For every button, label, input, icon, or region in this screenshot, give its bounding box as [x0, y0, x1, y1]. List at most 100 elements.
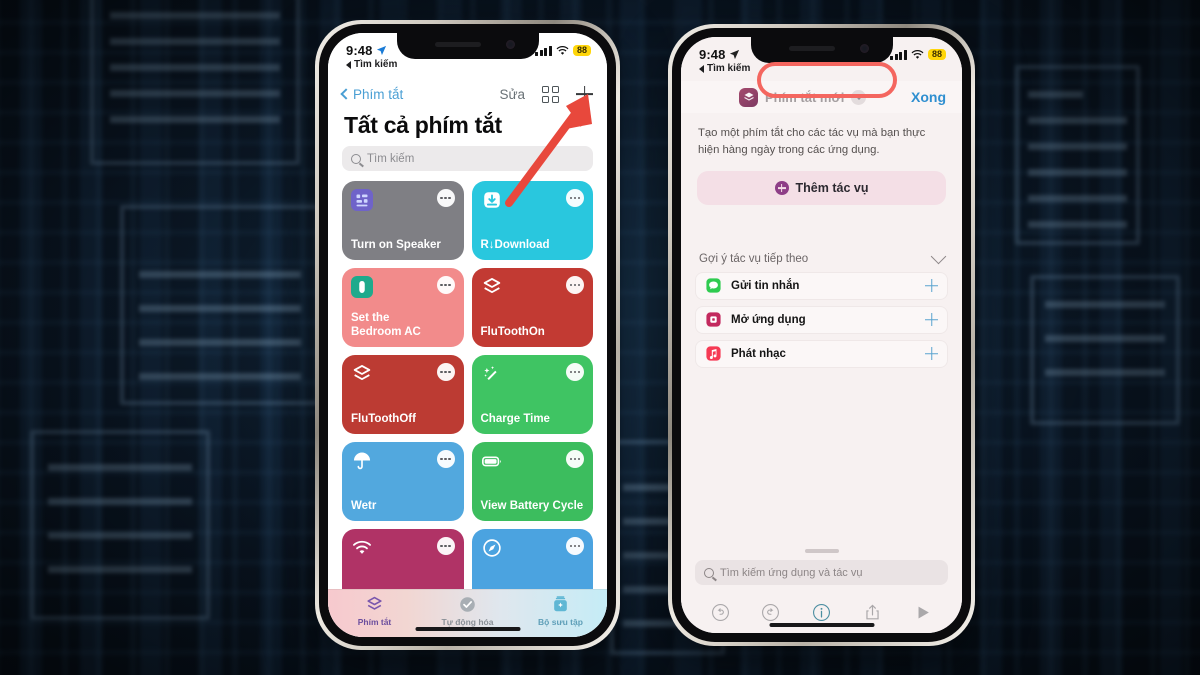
shortcut-tile-label: FluToothOff: [351, 412, 416, 425]
battery-badge: 88: [572, 44, 591, 57]
more-dots-icon[interactable]: [436, 363, 455, 381]
navigation-bar: Phím tắt Sửa: [328, 79, 607, 109]
suggestion-label: Phát nhạc: [731, 347, 786, 360]
tab-gallery[interactable]: Bộ sưu tập: [514, 595, 606, 627]
more-dots-icon[interactable]: [436, 537, 455, 555]
app-grid-icon: [351, 189, 373, 211]
shortcut-tile[interactable]: Charge Time: [471, 355, 593, 434]
add-suggestion-button[interactable]: [925, 313, 938, 326]
shortcut-tile-label: Set the Bedroom AC: [351, 311, 421, 338]
phone-right: 9:48 88 Tìm kiếm Phím tắt mới Xong Tạo m…: [668, 24, 975, 646]
more-dots-icon[interactable]: [566, 537, 584, 555]
suggestion-label: Gửi tin nhắn: [731, 279, 800, 292]
add-suggestion-button[interactable]: [925, 279, 938, 292]
action-search-placeholder: Tìm kiếm ứng dụng và tác vụ: [720, 566, 863, 579]
front-camera: [505, 40, 515, 49]
earpiece-speaker: [788, 46, 835, 51]
shortcut-tile[interactable]: View Battery Cycle: [471, 442, 593, 521]
shortcut-tile[interactable]: FluToothOff: [342, 355, 464, 434]
shortcut-tile[interactable]: FluToothOn: [471, 268, 593, 347]
shortcuts-app-icon: [739, 87, 758, 107]
cellular-bars-icon: [890, 49, 907, 60]
wifi-icon: [911, 49, 924, 59]
shortcut-tile[interactable]: Wetr: [342, 442, 464, 521]
safari-compass-icon: [481, 537, 503, 559]
earpiece-speaker: [434, 42, 481, 47]
suggestion-row[interactable]: Phát nhạc: [695, 339, 948, 368]
add-suggestion-button[interactable]: [925, 347, 938, 360]
editor-description: Tạo một phím tắt cho các tác vụ mà bạn t…: [698, 127, 926, 156]
shortcut-tile[interactable]: Turn on Speaker: [342, 181, 464, 260]
home-indicator: [769, 623, 874, 627]
redo-icon[interactable]: [761, 603, 780, 622]
add-action-label: Thêm tác vụ: [795, 180, 869, 195]
more-dots-icon[interactable]: [566, 450, 584, 468]
music-icon: [705, 345, 722, 362]
action-search-input[interactable]: Tìm kiếm ứng dụng và tác vụ: [695, 560, 948, 585]
shortcut-tile-label: R↓Download: [480, 238, 550, 251]
tab-label: Phím tắt: [357, 617, 392, 627]
search-placeholder: Tìm kiếm: [367, 152, 415, 165]
home-indicator: [415, 627, 520, 631]
editor-spacer: [681, 368, 962, 549]
back-crumb-label: Tìm kiếm: [354, 59, 398, 70]
search-input[interactable]: Tìm kiếm: [342, 146, 593, 171]
download-icon: [481, 189, 503, 211]
wifi-icon: [556, 45, 569, 55]
add-shortcut-plus-button[interactable]: [576, 86, 593, 103]
status-bar-left-group: 9:48: [699, 47, 740, 62]
cellular-bars-icon: [535, 45, 552, 56]
back-triangle-icon: [346, 60, 351, 69]
more-dots-icon[interactable]: [566, 363, 584, 381]
shortcuts-layers-icon: [481, 276, 503, 298]
notch: [396, 33, 539, 59]
suggestions-header[interactable]: Gợi ý tác vụ tiếp theo: [681, 205, 962, 272]
tab-label: Bộ sưu tập: [538, 617, 583, 627]
shortcuts-grid[interactable]: Turn on Speaker R↓Download Set the Bedro…: [328, 181, 607, 589]
chevron-left-icon: [340, 88, 352, 100]
add-action-button[interactable]: Thêm tác vụ: [697, 170, 946, 205]
more-dots-icon[interactable]: [436, 189, 455, 207]
back-to-search-breadcrumb[interactable]: Tìm kiếm: [699, 63, 750, 74]
back-to-search-breadcrumb[interactable]: Tìm kiếm: [346, 59, 397, 70]
tab-label: Tự động hóa: [441, 617, 494, 627]
shortcut-tile[interactable]: Set the Bedroom AC: [342, 268, 464, 347]
shortcut-tile-label: Wetr: [351, 499, 377, 512]
wifi-icon: [351, 537, 373, 559]
shortcut-tile-label: Charge Time: [480, 412, 550, 425]
phone-right-screen: 9:48 88 Tìm kiếm Phím tắt mới Xong Tạo m…: [681, 37, 962, 633]
info-icon[interactable]: [812, 603, 831, 622]
play-icon[interactable]: [913, 603, 932, 622]
phone-left-bezel: 9:48 88 Tìm kiếm Phím tắt Sửa Tất cả phí…: [319, 24, 616, 646]
editor-toolbar[interactable]: [681, 595, 962, 633]
edit-button[interactable]: Sửa: [499, 87, 525, 102]
shortcut-tile-label: View Battery Cycle: [480, 499, 584, 512]
grid-view-icon[interactable]: [542, 85, 559, 103]
shortcuts-list-screen: 9:48 88 Tìm kiếm Phím tắt Sửa Tất cả phí…: [328, 33, 607, 637]
chevron-down-icon[interactable]: [930, 248, 947, 265]
suggestion-row[interactable]: Gửi tin nhắn: [695, 271, 948, 300]
sheet-grabber[interactable]: [804, 549, 839, 553]
status-time: 9:48: [699, 47, 726, 62]
annotation-highlight-rectangle: [757, 62, 897, 98]
more-dots-icon[interactable]: [566, 189, 584, 207]
phone-left-screen: 9:48 88 Tìm kiếm Phím tắt Sửa Tất cả phí…: [328, 33, 607, 637]
shortcut-tile[interactable]: [342, 529, 464, 589]
tab-automation[interactable]: Tự động hóa: [421, 595, 513, 627]
more-dots-icon[interactable]: [566, 276, 584, 294]
nav-actions: Sửa: [499, 85, 593, 103]
tab-shortcuts[interactable]: Phím tắt: [328, 595, 420, 627]
more-dots-icon[interactable]: [436, 450, 455, 468]
more-dots-icon[interactable]: [436, 276, 455, 294]
undo-icon[interactable]: [711, 603, 730, 622]
share-icon[interactable]: [863, 603, 882, 622]
suggestion-row[interactable]: Mở ứng dụng: [695, 305, 948, 334]
shortcut-tile-label: FluToothOn: [480, 325, 545, 338]
shortcut-tile[interactable]: [471, 529, 593, 589]
suggestion-list[interactable]: Gửi tin nhắn Mở ứng dụng Phát nhạc: [681, 271, 962, 368]
back-button[interactable]: Phím tắt: [340, 87, 403, 102]
status-time: 9:48: [346, 43, 373, 58]
done-button[interactable]: Xong: [911, 89, 946, 105]
shortcut-tile[interactable]: R↓Download: [471, 181, 593, 260]
new-shortcut-editor-screen: 9:48 88 Tìm kiếm Phím tắt mới Xong Tạo m…: [681, 37, 962, 633]
